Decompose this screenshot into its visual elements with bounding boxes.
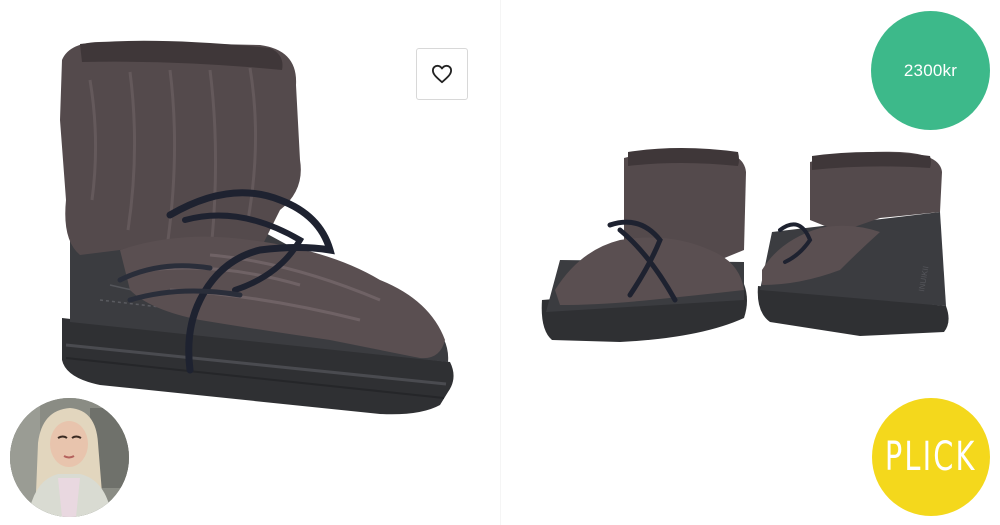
price-label: 2300kr — [903, 60, 958, 80]
brand-logo-text: PLICK — [885, 434, 977, 480]
seller-avatar[interactable] — [10, 398, 129, 517]
favorite-button[interactable] — [416, 48, 468, 100]
image-divider — [500, 0, 501, 525]
seller-photo — [10, 398, 129, 517]
heart-outline-icon — [431, 64, 453, 84]
brand-logo-badge: PLICK — [872, 398, 990, 516]
price-badge: 2300kr — [871, 11, 990, 130]
